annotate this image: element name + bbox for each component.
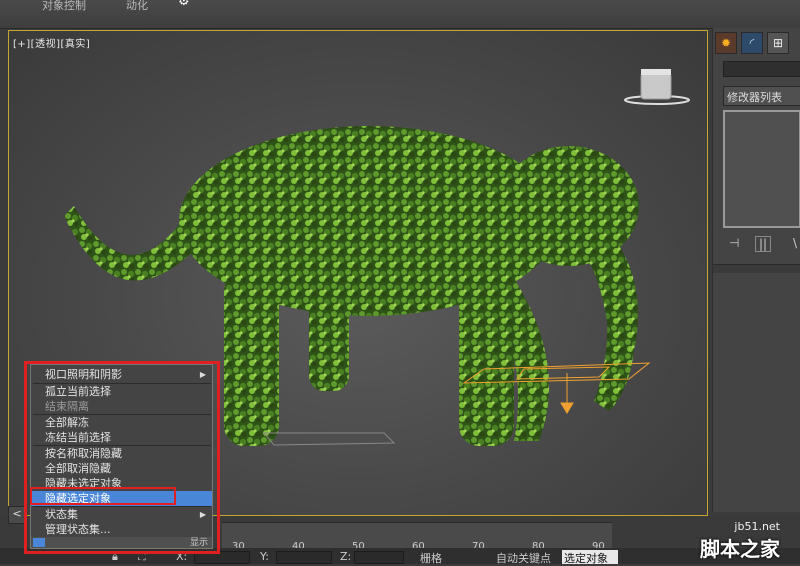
hierarchy-tab-icon[interactable]: ⊞ xyxy=(767,32,789,54)
modifier-stack[interactable] xyxy=(723,110,800,228)
command-panel: ✹ ◜ ⊞ 修改器列表 ⊣ || \ xyxy=(712,28,800,512)
highlight-box xyxy=(24,361,220,554)
z-coord-field[interactable] xyxy=(354,551,404,564)
stack-tools: ⊣ || \ xyxy=(723,234,800,256)
object-control-label[interactable]: 对象控制 xyxy=(42,0,86,13)
toolbar-icon[interactable]: ⚙ xyxy=(178,0,190,9)
modify-tab-icon[interactable]: ◜ xyxy=(741,32,763,54)
watermark-name: 脚本之家 xyxy=(700,537,780,561)
modifier-list-dropdown[interactable]: 修改器列表 xyxy=(723,86,800,106)
highlight-box-item xyxy=(30,487,176,505)
watermark: jb51.net 脚本之家 xyxy=(700,520,780,562)
panel-divider xyxy=(713,264,800,273)
timeline-ruler[interactable]: 30 40 50 60 70 80 90 xyxy=(222,522,612,552)
watermark-site: jb51.net xyxy=(734,520,780,533)
sun-icon[interactable]: ✹ xyxy=(715,32,737,54)
show-end-result-icon[interactable]: || xyxy=(755,236,772,252)
object-name-field[interactable] xyxy=(723,61,800,77)
selected-object-dropdown[interactable]: 选定对象 xyxy=(562,550,618,565)
z-coord-label: Z: xyxy=(340,550,352,563)
y-coord-label: Y: xyxy=(260,550,269,563)
top-toolbar: 对象控制 动化 ⚙ xyxy=(0,0,800,29)
pin-stack-icon[interactable]: ⊣ xyxy=(729,236,739,250)
make-unique-icon[interactable]: \ xyxy=(793,236,797,250)
y-coord-field[interactable] xyxy=(276,551,332,564)
animation-label[interactable]: 动化 xyxy=(126,0,148,13)
